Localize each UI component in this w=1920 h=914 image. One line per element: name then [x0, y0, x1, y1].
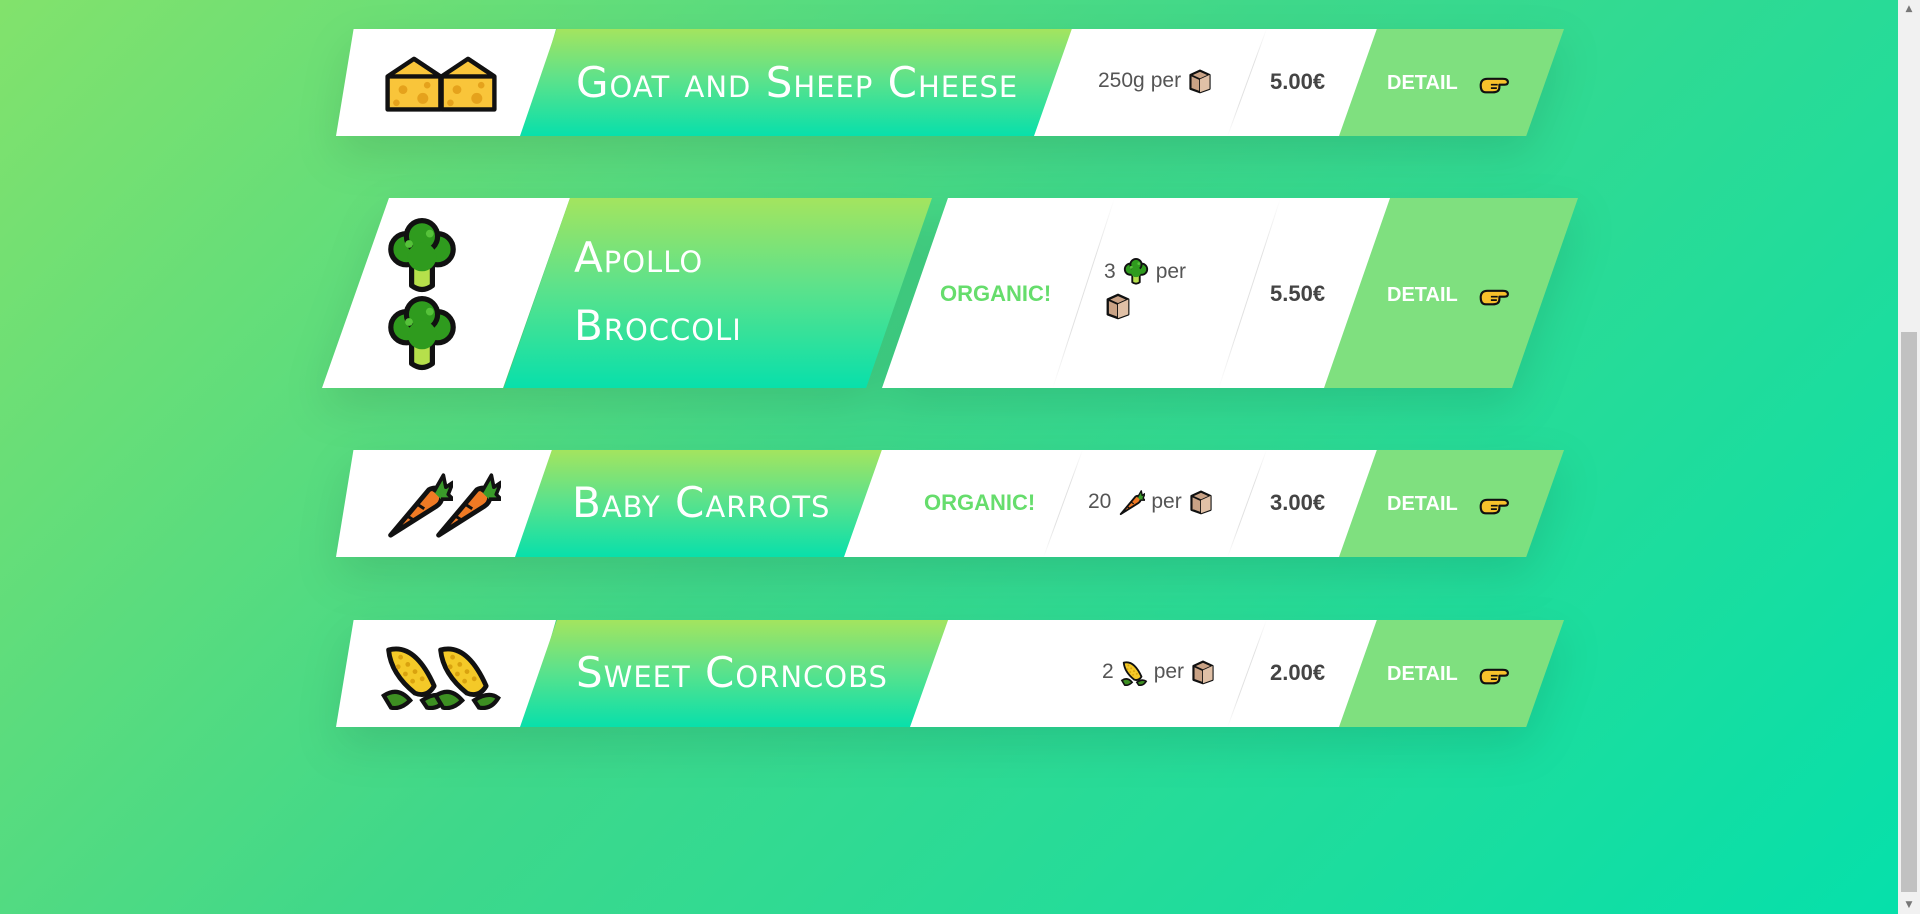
product-price: 5.00€ [1270, 69, 1326, 94]
quantity-info: 3 per [1104, 258, 1214, 320]
detail-button[interactable]: DETAIL [1387, 284, 1458, 307]
quantity-info: 20 per [1088, 488, 1214, 516]
pointing-hand-icon[interactable] [1479, 661, 1513, 687]
product-image [376, 636, 506, 712]
corn-icon [431, 638, 503, 710]
scroll-up-arrow-icon[interactable]: ▲ [1898, 0, 1920, 18]
organic-badge: ORGANIC! [940, 281, 1052, 306]
corn-icon [1120, 658, 1148, 686]
box-icon [1188, 489, 1214, 515]
row-shadow [336, 620, 1564, 727]
pointing-hand-icon[interactable] [1479, 491, 1513, 517]
product-price: 3.00€ [1270, 490, 1326, 515]
quantity-per: per [1155, 260, 1187, 283]
product-price: 5.50€ [1270, 281, 1326, 306]
product-image [376, 468, 506, 540]
scroll-down-arrow-icon[interactable]: ▼ [1898, 896, 1920, 914]
detail-button[interactable]: DETAIL [1387, 493, 1458, 516]
quantity-per: per [1151, 490, 1182, 513]
product-price: 2.00€ [1270, 660, 1326, 685]
cheese-icon [435, 50, 501, 116]
scrollbar-thumb[interactable] [1901, 332, 1917, 892]
organic-badge: ORGANIC! [924, 490, 1036, 515]
product-row: Sweet Corncobs 2 per 2.00€ DETAIL [336, 620, 1564, 727]
quantity-info: 250g per [1098, 68, 1213, 94]
pointing-hand-icon[interactable] [1479, 70, 1513, 96]
box-icon [1190, 659, 1216, 685]
carrot-icon [429, 468, 501, 540]
product-row: Goat and Sheep Cheese 250g per 5.00€ DET… [336, 29, 1564, 136]
quantity-value: 20 [1088, 490, 1112, 513]
quantity-info: 2 per [1102, 658, 1216, 686]
product-image [382, 218, 462, 374]
quantity-value: 250g [1098, 69, 1145, 92]
box-icon [1104, 292, 1132, 320]
broccoli-icon [383, 296, 461, 374]
product-name: Goat and Sheep Cheese [576, 58, 1019, 107]
carrot-icon [1117, 488, 1145, 516]
product-name: Apollo Broccoli [574, 233, 742, 350]
vertical-scrollbar[interactable]: ▲ ▼ [1898, 0, 1920, 914]
quantity-value: 3 [1104, 260, 1116, 283]
product-name: Baby Carrots [572, 478, 831, 527]
box-icon [1187, 68, 1213, 94]
detail-button[interactable]: DETAIL [1387, 663, 1458, 686]
detail-button[interactable]: DETAIL [1387, 72, 1458, 95]
pointing-hand-icon[interactable] [1479, 282, 1513, 308]
product-image [376, 47, 506, 119]
broccoli-icon [383, 218, 461, 296]
product-list: Goat and Sheep Cheese 250g per 5.00€ DET… [0, 0, 1898, 914]
quantity-per: per [1150, 69, 1182, 92]
product-row: Apollo Broccoli ORGANIC! 3 per 5.50€ DET… [322, 198, 1578, 388]
product-row: Baby Carrots ORGANIC! 20 per 3.00€ DETAI… [336, 450, 1564, 557]
product-name: Sweet Corncobs [576, 648, 888, 697]
quantity-value: 2 [1102, 660, 1114, 683]
quantity-per: per [1153, 660, 1185, 683]
broccoli-icon [1122, 258, 1150, 286]
